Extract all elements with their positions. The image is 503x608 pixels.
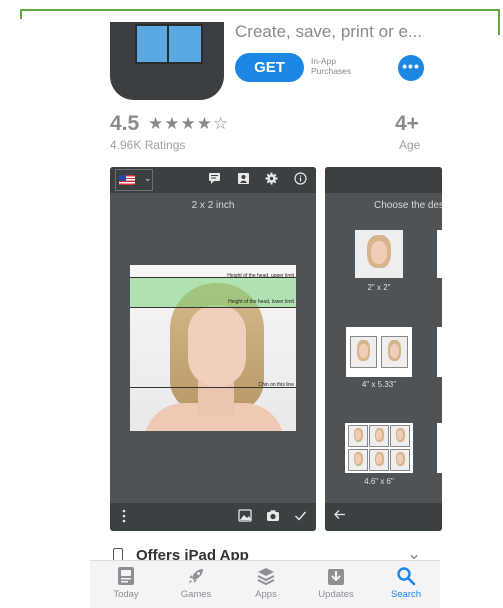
screenshot-toolbar [325,167,442,193]
rating-stars: ★★★★☆ [148,114,230,133]
get-button[interactable]: GET [235,53,304,82]
format-label: 2" x 2" [367,283,391,292]
ratings-count: 4.96K Ratings [110,138,186,152]
guide-label-lower: Height of the head, lower limit [228,299,294,305]
format-thumbnail [355,230,403,278]
next-item-edge [437,327,442,377]
download-icon [303,561,369,589]
screenshot-2[interactable]: Choose the desi 2" x 2" 4" x 5.33" 4.6" … [325,167,442,531]
age-label: Age [399,138,421,152]
screenshot-bottom-toolbar [110,503,316,531]
gallery-icon [238,509,252,525]
guide-label-chin: Chin on this line [258,382,294,388]
format-thumbnail [345,423,413,473]
screenshot-toolbar: ⌄ [110,167,316,193]
tab-apps[interactable]: Apps [233,561,299,600]
sample-face-photo: Height of the head, upper limit Height o… [130,265,296,431]
search-icon [373,561,439,589]
tab-today[interactable]: Today [93,561,159,600]
portrait-icon [237,172,250,188]
passport-photo-icon [135,24,171,64]
info-icon [294,172,307,188]
today-icon [93,561,159,589]
next-item-edge [437,230,442,278]
rating-value: 4.5 [110,112,140,135]
back-arrow-icon [333,508,346,524]
screenshot-bottom-toolbar [325,503,442,531]
screenshot-1[interactable]: ⌄ 2 x 2 inch Height of the head, upper l… [110,167,316,531]
format-label: 4.6" x 6" [364,477,394,486]
more-options-button[interactable]: ••• [398,55,424,81]
in-app-purchases-note: In-App Purchases [311,56,352,76]
tab-bar: Today Games Apps Updates Search [90,560,440,608]
tab-games[interactable]: Games [163,561,229,600]
tab-search[interactable]: Search [373,561,439,600]
layers-icon [233,561,299,589]
passport-photo-icon [167,24,203,64]
choose-format-heading: Choose the desi [374,200,442,211]
tab-updates[interactable]: Updates [303,561,369,600]
check-icon [294,509,307,525]
photo-size-label: 2 x 2 inch [191,200,235,211]
us-flag-icon [119,175,135,185]
guide-label-upper: Height of the head, upper limit [227,273,294,279]
age-rating: 4+ [395,112,419,135]
message-icon [208,172,221,188]
chevron-down-icon: ⌄ [144,173,152,183]
next-item-edge [437,423,442,473]
gear-icon [265,172,278,188]
app-subtitle: Create, save, print or e... [235,22,423,41]
format-thumbnail [346,327,412,377]
menu-dots-icon [121,509,127,526]
app-icon[interactable] [110,22,224,100]
rocket-icon [163,561,229,589]
camera-icon [266,509,280,525]
format-label: 4" x 5.33" [361,380,397,389]
green-frame-border [20,9,500,35]
